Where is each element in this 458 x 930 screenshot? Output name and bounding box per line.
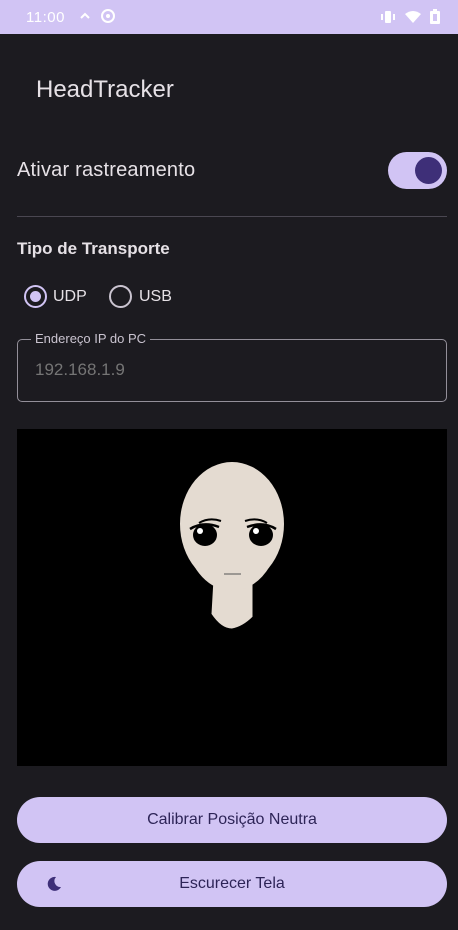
transport-title: Tipo de Transporte	[17, 239, 170, 258]
tracking-toggle[interactable]	[388, 152, 447, 189]
radio-usb-label[interactable]: USB	[139, 288, 172, 306]
divider	[17, 216, 447, 217]
ip-address-input[interactable]	[35, 360, 425, 380]
status-bar: 11:00	[0, 0, 458, 34]
calibrate-button-label: Calibrar Posição Neutra	[147, 811, 317, 828]
status-right-icons	[380, 9, 440, 24]
sync-icon	[101, 9, 115, 23]
tracking-label: Ativar rastreamento	[17, 159, 196, 181]
radio-udp-label[interactable]: UDP	[53, 288, 87, 306]
app-title: HeadTracker	[36, 76, 174, 103]
vibrate-icon	[381, 10, 395, 23]
wifi-icon	[405, 10, 421, 23]
dim-screen-button[interactable]: Escurecer Tela	[17, 861, 447, 907]
calibrate-button[interactable]: Calibrar Posição Neutra	[17, 797, 447, 843]
anime-face-avatar	[180, 462, 284, 630]
cloud-icon	[80, 12, 90, 19]
battery-icon	[430, 9, 440, 24]
status-time: 11:00	[26, 9, 65, 26]
dim-screen-button-label: Escurecer Tela	[179, 875, 285, 892]
status-left-icons	[80, 8, 116, 24]
radio-usb[interactable]	[109, 285, 132, 308]
toggle-thumb	[415, 157, 442, 184]
moon-icon	[47, 876, 61, 891]
tracking-preview	[17, 429, 447, 766]
radio-udp[interactable]	[24, 285, 47, 308]
ip-address-label: Endereço IP do PC	[31, 331, 151, 346]
